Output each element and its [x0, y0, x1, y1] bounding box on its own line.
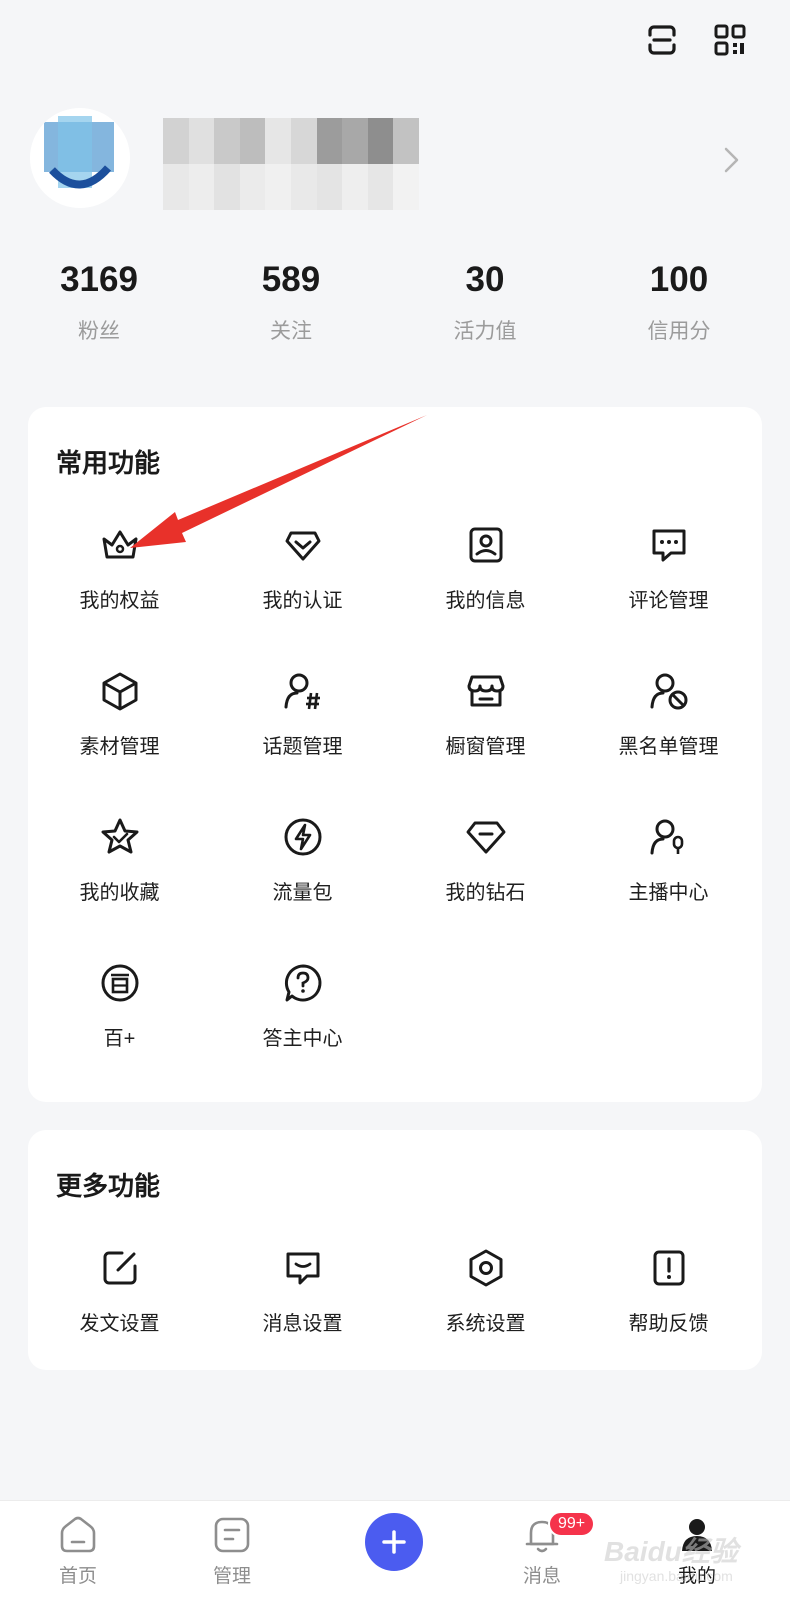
function-label: 主播中心	[628, 882, 709, 904]
function-my-diamonds[interactable]: 我的钻石	[394, 816, 577, 936]
notification-badge: 99+	[548, 1511, 596, 1537]
function-traffic-package[interactable]: 流量包	[211, 816, 394, 936]
question-icon	[282, 962, 324, 1004]
more-functions-card: 更多功能 发文设置 消息设置 系统设置 帮助反馈	[28, 1130, 762, 1370]
function-label: 我的钻石	[445, 882, 526, 904]
function-message-settings[interactable]: 消息设置	[211, 1247, 394, 1367]
watermark-url: jingyan.baidu.com	[620, 1568, 733, 1584]
tab-manage[interactable]: 管理	[172, 1501, 292, 1601]
function-streamer-center[interactable]: 主播中心	[577, 816, 760, 936]
feedback-icon	[648, 1247, 690, 1289]
function-post-settings[interactable]: 发文设置	[28, 1247, 211, 1367]
star-icon	[99, 816, 141, 858]
settings-icon	[465, 1247, 507, 1289]
function-label: 百+	[103, 1028, 136, 1050]
section-title: 更多功能	[56, 1171, 161, 1201]
function-label: 话题管理	[262, 736, 343, 758]
function-topic-management[interactable]: 话题管理	[211, 670, 394, 790]
plus-icon	[382, 1530, 406, 1554]
function-label: 答主中心	[262, 1028, 343, 1050]
function-label: 发文设置	[79, 1313, 160, 1335]
function-answerer-center[interactable]: 答主中心	[211, 962, 394, 1082]
function-label: 橱窗管理	[445, 736, 526, 758]
function-system-settings[interactable]: 系统设置	[394, 1247, 577, 1367]
bai-plus-icon	[99, 962, 141, 1004]
tab-label: 首页	[58, 1566, 97, 1587]
streamer-icon	[648, 816, 690, 858]
lightning-icon	[282, 816, 324, 858]
function-material-management[interactable]: 素材管理	[28, 670, 211, 790]
tab-home[interactable]: 首页	[18, 1501, 138, 1601]
function-label: 帮助反馈	[628, 1313, 709, 1335]
diamond-icon	[465, 816, 507, 858]
annotation-arrow	[130, 415, 427, 548]
store-icon	[465, 670, 507, 712]
function-storefront-management[interactable]: 橱窗管理	[394, 670, 577, 790]
function-bai-plus[interactable]: 百+	[28, 962, 211, 1082]
function-blacklist-management[interactable]: 黑名单管理	[577, 670, 760, 790]
plus-button[interactable]	[365, 1513, 423, 1571]
home-icon	[58, 1515, 98, 1555]
manage-icon	[212, 1515, 252, 1555]
function-label: 我的收藏	[79, 882, 160, 904]
message-icon	[282, 1247, 324, 1289]
topic-icon	[282, 670, 324, 712]
cube-icon	[99, 670, 141, 712]
function-label: 素材管理	[79, 736, 160, 758]
block-user-icon	[648, 670, 690, 712]
tab-label: 管理	[212, 1566, 251, 1587]
function-label: 消息设置	[262, 1313, 343, 1335]
function-my-favorites[interactable]: 我的收藏	[28, 816, 211, 936]
watermark-brand: Baidu经验	[604, 1536, 738, 1567]
function-label: 系统设置	[445, 1313, 526, 1335]
edit-icon	[99, 1247, 141, 1289]
watermark: Baidu经验 jingyan.baidu.com	[600, 1520, 760, 1590]
function-label: 黑名单管理	[618, 736, 719, 758]
tab-label: 消息	[522, 1566, 561, 1587]
function-help-feedback[interactable]: 帮助反馈	[577, 1247, 760, 1367]
function-label: 流量包	[272, 882, 333, 904]
